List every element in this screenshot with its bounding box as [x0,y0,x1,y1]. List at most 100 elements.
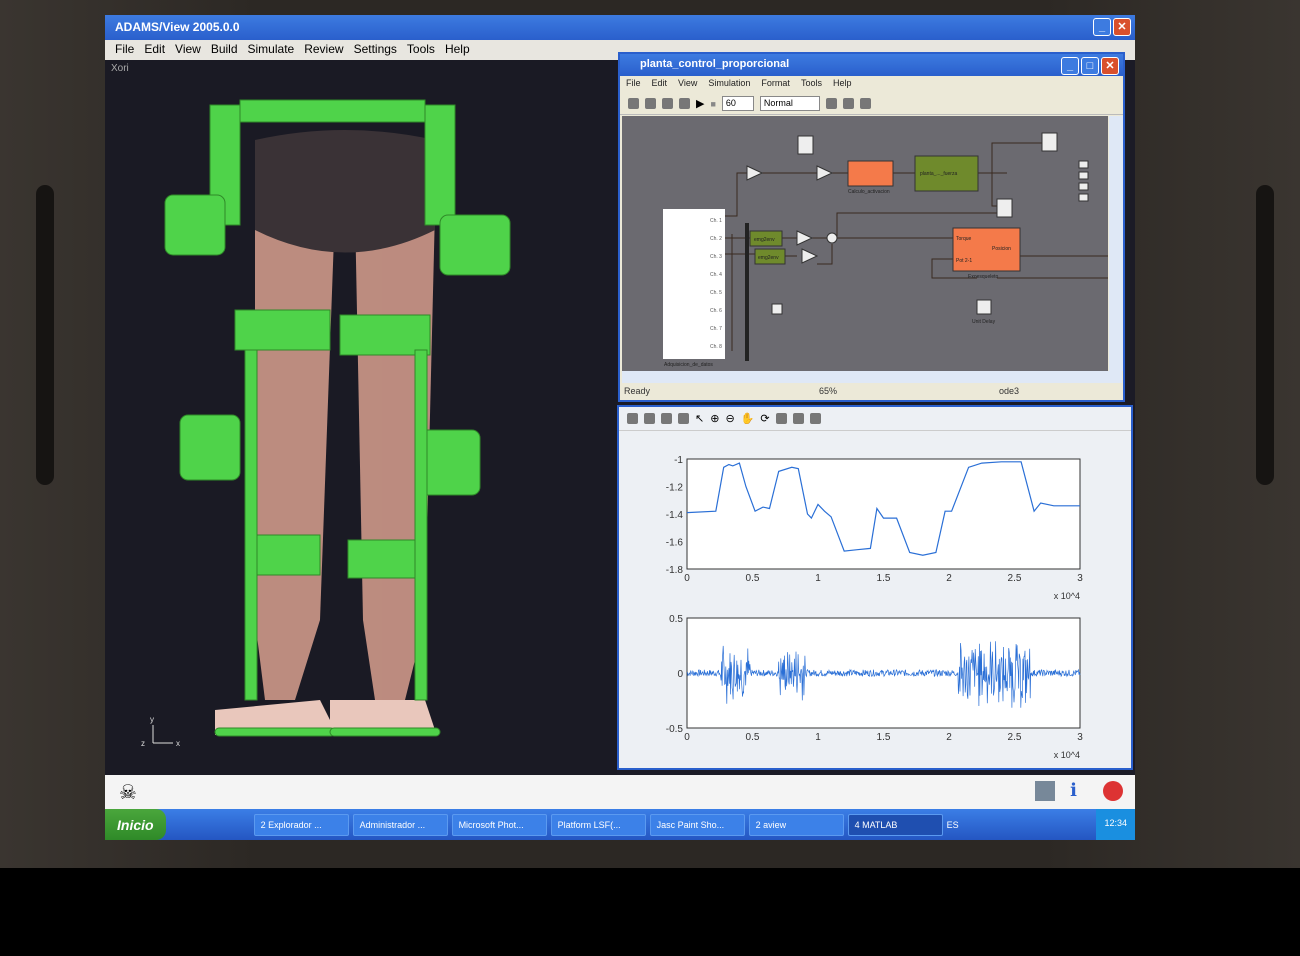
sl-menu-help[interactable]: Help [833,78,852,91]
unit-delay-label: Unit Delay [972,319,996,325]
site-url: www.alamy.com [1149,921,1250,937]
canvas-horizontal-scrollbar[interactable] [622,371,1122,383]
print-icon[interactable] [679,98,690,109]
pelvis [255,130,435,253]
daq-label: Adquisicion_de_datos [664,362,713,368]
3d-viewport[interactable]: Xori y z x [105,60,617,775]
start-button[interactable]: Inicio [105,809,166,840]
menu-view[interactable]: View [175,42,201,58]
menu-file[interactable]: File [115,42,134,58]
play-icon[interactable]: ▶ [696,97,704,110]
colorbar-icon[interactable] [792,413,804,424]
sl-menu-view[interactable]: View [678,78,697,91]
y-tick-label: 0.5 [669,614,683,625]
daq-block[interactable] [663,209,725,359]
info-icon[interactable]: ℹ [1070,780,1077,801]
sl-menu-simulation[interactable]: Simulation [708,78,750,91]
taskbar-item[interactable]: Microsoft Phot... [451,813,547,836]
stop-time-input[interactable]: 60 [721,96,754,111]
ch-label: Ch. 7 [710,326,722,332]
model-canvas[interactable]: Ch. 1 Ch. 2 Ch. 3 Ch. 4 Ch. 5 Ch. 6 Ch. … [622,116,1108,371]
gain-blocks[interactable] [746,165,834,264]
sl-close-button[interactable]: ✕ [1101,57,1119,75]
status-zoom: 65% [819,386,838,396]
adams-title-bar: ADAMS/View 2005.0.0 _ ✕ [105,15,1135,40]
taskbar-item[interactable]: 2 Explorador ... [253,813,349,836]
calc-activation-block[interactable] [847,160,894,187]
ch-label: Ch. 2 [710,236,722,242]
sl-menu-edit[interactable]: Edit [652,78,668,91]
taskbar-item[interactable]: 2 aview [748,813,844,836]
sl-maximize-button[interactable]: □ [1081,57,1099,75]
ch-label: Ch. 8 [710,344,722,350]
rotate-icon[interactable]: ⟳ [760,412,769,425]
menu-review[interactable]: Review [304,42,343,58]
footer-info: Image ID: 2XF0EJ6 www.alamy.com [1128,890,1250,942]
torque-port-label: Torque [956,236,972,242]
model-browser-icon[interactable] [842,98,854,109]
open-icon[interactable] [644,413,655,424]
skull-icon[interactable]: ☠ [119,780,137,805]
sim-mode-select[interactable]: Normal [759,96,820,111]
print-icon[interactable] [678,413,689,424]
zoom-in-icon[interactable]: ⊕ [710,412,719,425]
simulink-title: planta_control_proporcional [640,58,790,70]
menu-simulate[interactable]: Simulate [248,42,295,58]
zoom-out-icon[interactable]: ⊖ [725,412,734,425]
minimize-button[interactable]: _ [1093,18,1111,36]
new-figure-icon[interactable] [627,413,638,424]
viewport-label: Xori [111,63,129,74]
system-tray: 12:34 [1096,809,1135,840]
footer-strip [0,868,1300,956]
save-icon[interactable] [662,98,673,109]
taskbar-item[interactable]: Administrador ... [352,813,448,836]
language-indicator[interactable]: ES [947,820,959,830]
sl-menu-file[interactable]: File [626,78,641,91]
model-icon[interactable] [1035,781,1055,801]
ch-label: Ch. 4 [710,272,722,278]
axis-triad: y z x [141,715,180,748]
x-tick-label: 3 [1077,732,1083,743]
taskbar-item[interactable]: 4 MATLAB [847,813,943,836]
menu-build[interactable]: Build [211,42,238,58]
foot-plate-left [214,727,336,737]
simulink-window: planta_control_proporcional _ □ ✕ File Edit… [618,52,1125,402]
taskbar-item[interactable]: Jasc Paint Sho... [649,813,745,836]
menu-tools[interactable]: Tools [407,42,435,58]
library-icon[interactable] [825,98,837,109]
menu-settings[interactable]: Settings [354,42,397,58]
data-cursor-icon[interactable] [775,413,787,424]
x-tick-label: 3 [1077,573,1083,584]
exoskeleton-model: y z x [141,99,511,748]
sl-menu-tools[interactable]: Tools [801,78,822,91]
sum-block[interactable] [826,232,838,244]
status-ready: Ready [624,386,651,396]
shank-cuff-right [347,539,419,579]
close-button[interactable]: ✕ [1113,18,1131,36]
taskbar-item[interactable]: Platform LSF(... [550,813,646,836]
stop-icon[interactable]: ■ [710,99,715,109]
menu-help[interactable]: Help [445,42,470,58]
left-leg [255,210,335,700]
sl-menu-format[interactable]: Format [761,78,790,91]
save-icon[interactable] [661,413,672,424]
sl-minimize-button[interactable]: _ [1061,57,1079,75]
pointer-icon[interactable]: ↖ [695,412,704,425]
matlab-figure-window: ↖ ⊕ ⊖ ✋ ⟳ 0 0.5 1 1.5 2 2.5 3 -1 -1.2 -1.4 -1.6 -1.8 x … [617,405,1133,770]
open-icon[interactable] [645,98,656,109]
x-tick-label: 0 [684,732,690,743]
stop-icon[interactable] [1103,781,1123,801]
taskbar: Inicio 2 Explorador ... Administrador ..… [105,809,1135,840]
alamy-logo: alamy [50,881,178,934]
legend-icon[interactable] [809,413,821,424]
pot-port-label: Pot 2-1 [956,258,972,264]
debug-icon[interactable] [859,98,871,109]
position-port-label: Posicion [992,246,1011,252]
new-icon[interactable] [628,98,639,109]
adams-bottom-toolbar: ☠ ℹ [105,775,1135,809]
x-tick-label: 1 [815,732,821,743]
pan-icon[interactable]: ✋ [741,412,755,425]
canvas-vertical-scrollbar[interactable] [1109,116,1123,371]
menu-edit[interactable]: Edit [144,42,165,58]
unit-delay-block[interactable] [976,299,992,315]
